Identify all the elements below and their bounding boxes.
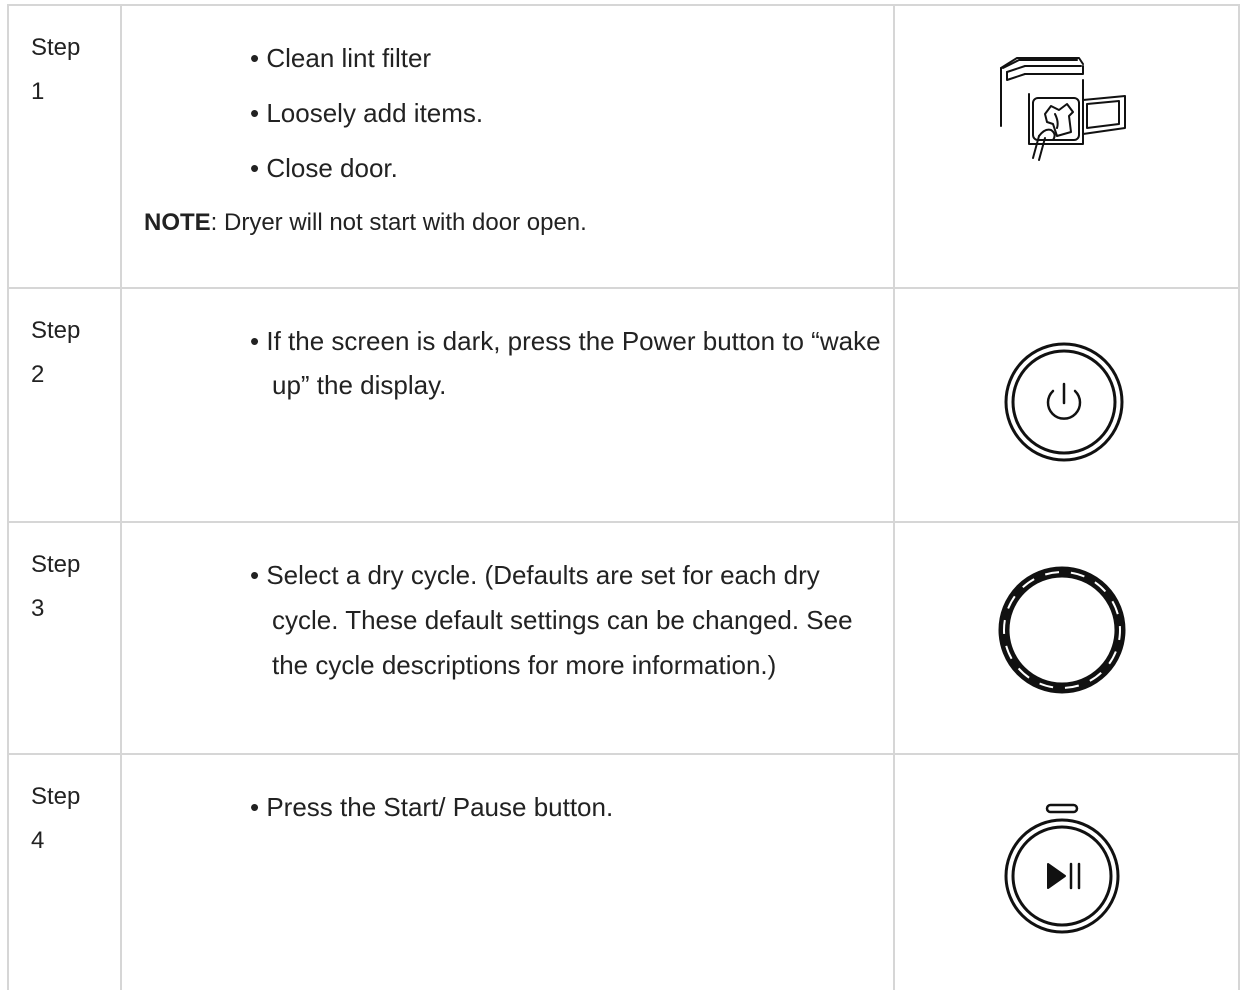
step-label: Step 2 (9, 289, 120, 397)
step-icon-cell (893, 287, 1240, 523)
step-label-word: Step (31, 34, 81, 61)
bullet-text: Clean lint filter (266, 43, 432, 73)
step-row-4: Step 4 • Press the Start/ Pause button. (7, 753, 1240, 990)
step-label-number: 4 (31, 827, 45, 854)
step-label-cell: Step 4 (7, 753, 122, 990)
step-label-word: Step (31, 317, 81, 344)
step-text-cell: • If the screen is dark, press the Power… (120, 287, 895, 523)
bullet-item: • Clean lint filter (250, 36, 893, 80)
step-text-cell: • Press the Start/ Pause button. (120, 753, 895, 990)
note: NOTE: Dryer will not start with door ope… (144, 201, 893, 245)
bullet-item: • Close door. (250, 146, 893, 190)
bullet-list: • Press the Start/ Pause button. (122, 785, 893, 829)
bullet-char: • (250, 43, 260, 73)
step-label-number: 3 (31, 595, 45, 622)
note-label: NOTE (144, 209, 211, 236)
step-label-number: 1 (31, 78, 45, 105)
step-row-2: Step 2 • If the screen is dark, press th… (7, 287, 1240, 523)
step-label-cell: Step 3 (7, 521, 122, 755)
note-text: : Dryer will not start with door open. (210, 209, 587, 236)
bullet-list: • Clean lint filter • Loosely add items.… (122, 36, 893, 190)
step-text-cell: • Select a dry cycle. (Defaults are set … (120, 521, 895, 755)
bullet-char: • (250, 326, 260, 356)
step-icon-cell (893, 4, 1240, 289)
step-label-number: 2 (31, 361, 45, 388)
bullet-text: Close door. (266, 153, 398, 183)
step-icon-cell (893, 753, 1240, 990)
step-icon-cell (893, 521, 1240, 755)
step-label: Step 3 (9, 523, 120, 631)
dryer-loading-illustration (1000, 57, 1126, 161)
bullet-item: • Press the Start/ Pause button. (250, 785, 893, 829)
bullet-item: • Select a dry cycle. (Defaults are set … (250, 553, 893, 688)
bullet-char: • (250, 98, 260, 128)
step-text-cell: • Clean lint filter • Loosely add items.… (120, 4, 895, 289)
bullet-list: • If the screen is dark, press the Power… (122, 319, 893, 407)
bullet-item: • If the screen is dark, press the Power… (250, 319, 893, 407)
step-label-word: Step (31, 783, 81, 810)
bullet-text: Press the Start/ Pause button. (266, 792, 614, 822)
bullet-text: Select a dry cycle. (Defaults are set fo… (266, 560, 853, 680)
bullet-char: • (250, 792, 260, 822)
cycle-dial-icon (998, 566, 1126, 694)
step-label-cell: Step 1 (7, 4, 122, 289)
bullet-text: Loosely add items. (266, 98, 484, 128)
bullet-char: • (250, 153, 260, 183)
start-pause-button-icon (1004, 803, 1120, 934)
step-label: Step 1 (9, 6, 120, 114)
step-label-word: Step (31, 551, 81, 578)
step-row-3: Step 3 • Select a dry cycle. (Defaults a… (7, 521, 1240, 755)
power-button-icon (1004, 342, 1124, 462)
step-label-cell: Step 2 (7, 287, 122, 523)
steps-table: Step 1 • Clean lint filter • Loosely add… (7, 4, 1240, 990)
bullet-text: If the screen is dark, press the Power b… (266, 326, 881, 400)
bullet-list: • Select a dry cycle. (Defaults are set … (122, 553, 893, 688)
step-label: Step 4 (9, 755, 120, 863)
bullet-char: • (250, 560, 260, 590)
step-row-1: Step 1 • Clean lint filter • Loosely add… (7, 4, 1240, 289)
bullet-item: • Loosely add items. (250, 91, 893, 135)
